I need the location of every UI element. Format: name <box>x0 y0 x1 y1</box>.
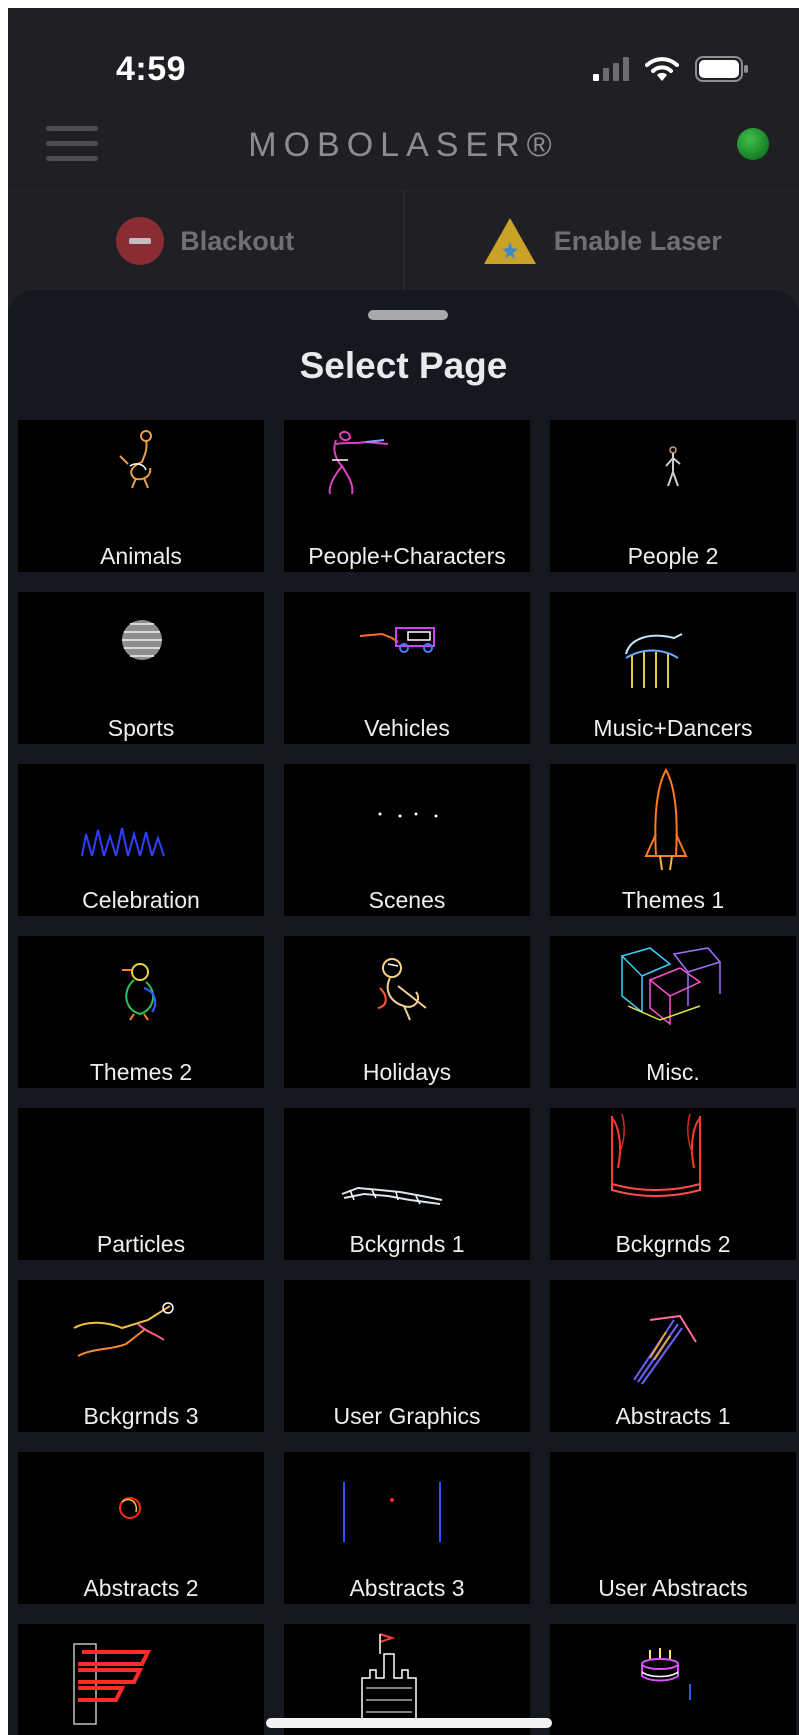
page-tile-label: Abstracts 3 <box>349 1575 465 1601</box>
cake-icon <box>641 1648 691 1700</box>
page-tile-misc[interactable]: Misc. <box>550 936 796 1088</box>
page-tile-celebration[interactable]: Celebration <box>18 764 264 916</box>
action-bar: Blackout Enable Laser <box>8 190 799 291</box>
page-tile-abstracts-3[interactable]: Abstracts 3 <box>284 1452 530 1604</box>
page-tile-label: Bckgrnds 2 <box>615 1231 731 1257</box>
connection-status-icon <box>737 128 769 160</box>
status-icons <box>593 56 749 82</box>
page-tile-label: People+Characters <box>308 543 506 569</box>
signal-icon <box>593 57 629 81</box>
page-tile-animals[interactable]: Animals <box>18 420 264 572</box>
page-tile-label: Abstracts 1 <box>615 1403 731 1429</box>
enable-laser-button[interactable]: Enable Laser <box>402 191 799 291</box>
page-tile-label: User Abstracts <box>598 1575 748 1601</box>
blackout-icon <box>116 217 165 265</box>
page-tile-label: Themes 2 <box>89 1059 193 1085</box>
page-tile-holidays[interactable]: Holidays <box>284 936 530 1088</box>
page-tile-bckgrnds-1[interactable]: Bckgrnds 1 <box>284 1108 530 1260</box>
page-tile-label: People 2 <box>627 543 719 569</box>
blackout-button[interactable]: Blackout <box>8 191 403 291</box>
page-tile-label: Themes 1 <box>621 887 725 913</box>
page-tile-row8-1[interactable] <box>18 1624 264 1735</box>
page-tile-music-dancers[interactable]: Music+Dancers <box>550 592 796 744</box>
page-tile-people-2[interactable]: People 2 <box>550 420 796 572</box>
page-tile-label: Celebration <box>82 887 200 913</box>
page-tile-label: User Graphics <box>333 1403 481 1429</box>
page-tile-abstracts-1[interactable]: Abstracts 1 <box>550 1280 796 1432</box>
page-tile-label: Music+Dancers <box>593 715 753 741</box>
page-tile-label: Bckgrnds 1 <box>349 1231 465 1257</box>
wifi-icon <box>645 57 679 81</box>
page-tile-label: Sports <box>107 715 175 741</box>
blackout-label: Blackout <box>180 225 295 256</box>
page-tile-bckgrnds-3[interactable]: Bckgrnds 3 <box>18 1280 264 1432</box>
page-tile-abstracts-2[interactable]: Abstracts 2 <box>18 1452 264 1604</box>
laser-warning-icon <box>483 218 536 264</box>
enable-laser-label: Enable Laser <box>553 225 722 256</box>
select-page-sheet: Select Page Animals People+Characters Pe… <box>8 290 799 1735</box>
page-tile-user-graphics[interactable]: User Graphics <box>284 1280 530 1432</box>
page-tile-themes-2[interactable]: Themes 2 <box>18 936 264 1088</box>
page-tile-people-characters[interactable]: People+Characters <box>284 420 530 572</box>
page-tile-particles[interactable]: Particles <box>18 1108 264 1260</box>
page-tile-user-abstracts[interactable]: User Abstracts <box>550 1452 796 1604</box>
app-title: MOBOLASER® <box>248 126 559 164</box>
status-time: 4:59 <box>116 50 187 88</box>
status-bar: 4:59 <box>8 8 799 108</box>
nav-bar: MOBOLASER® <box>8 108 799 198</box>
page-tile-label: Bckgrnds 3 <box>83 1403 199 1429</box>
page-tile-sports[interactable]: Sports <box>18 592 264 744</box>
page-tile-label: Misc. <box>646 1059 700 1085</box>
page-tile-row8-3[interactable] <box>550 1624 796 1735</box>
page-tile-scenes[interactable]: Scenes <box>284 764 530 916</box>
page-tile-label: Scenes <box>368 887 446 913</box>
page-tile-vehicles[interactable]: Vehicles <box>284 592 530 744</box>
page-grid: Animals People+Characters People 2 Sport… <box>8 290 799 1735</box>
page-tile-label: Abstracts 2 <box>83 1575 199 1601</box>
p-logo-icon <box>73 1643 152 1725</box>
page-tile-label: Holidays <box>362 1059 452 1085</box>
page-tile-label: Vehicles <box>364 715 450 741</box>
app-screen: 4:59 MOBOLASER® Blackout Enable Laser Se… <box>8 8 799 1735</box>
page-tile-bckgrnds-2[interactable]: Bckgrnds 2 <box>550 1108 796 1260</box>
page-tile-themes-1[interactable]: Themes 1 <box>550 764 796 916</box>
battery-icon <box>695 56 748 82</box>
page-tile-label: Animals <box>100 543 182 569</box>
page-tile-label: Particles <box>96 1231 186 1257</box>
home-indicator[interactable] <box>266 1718 552 1728</box>
